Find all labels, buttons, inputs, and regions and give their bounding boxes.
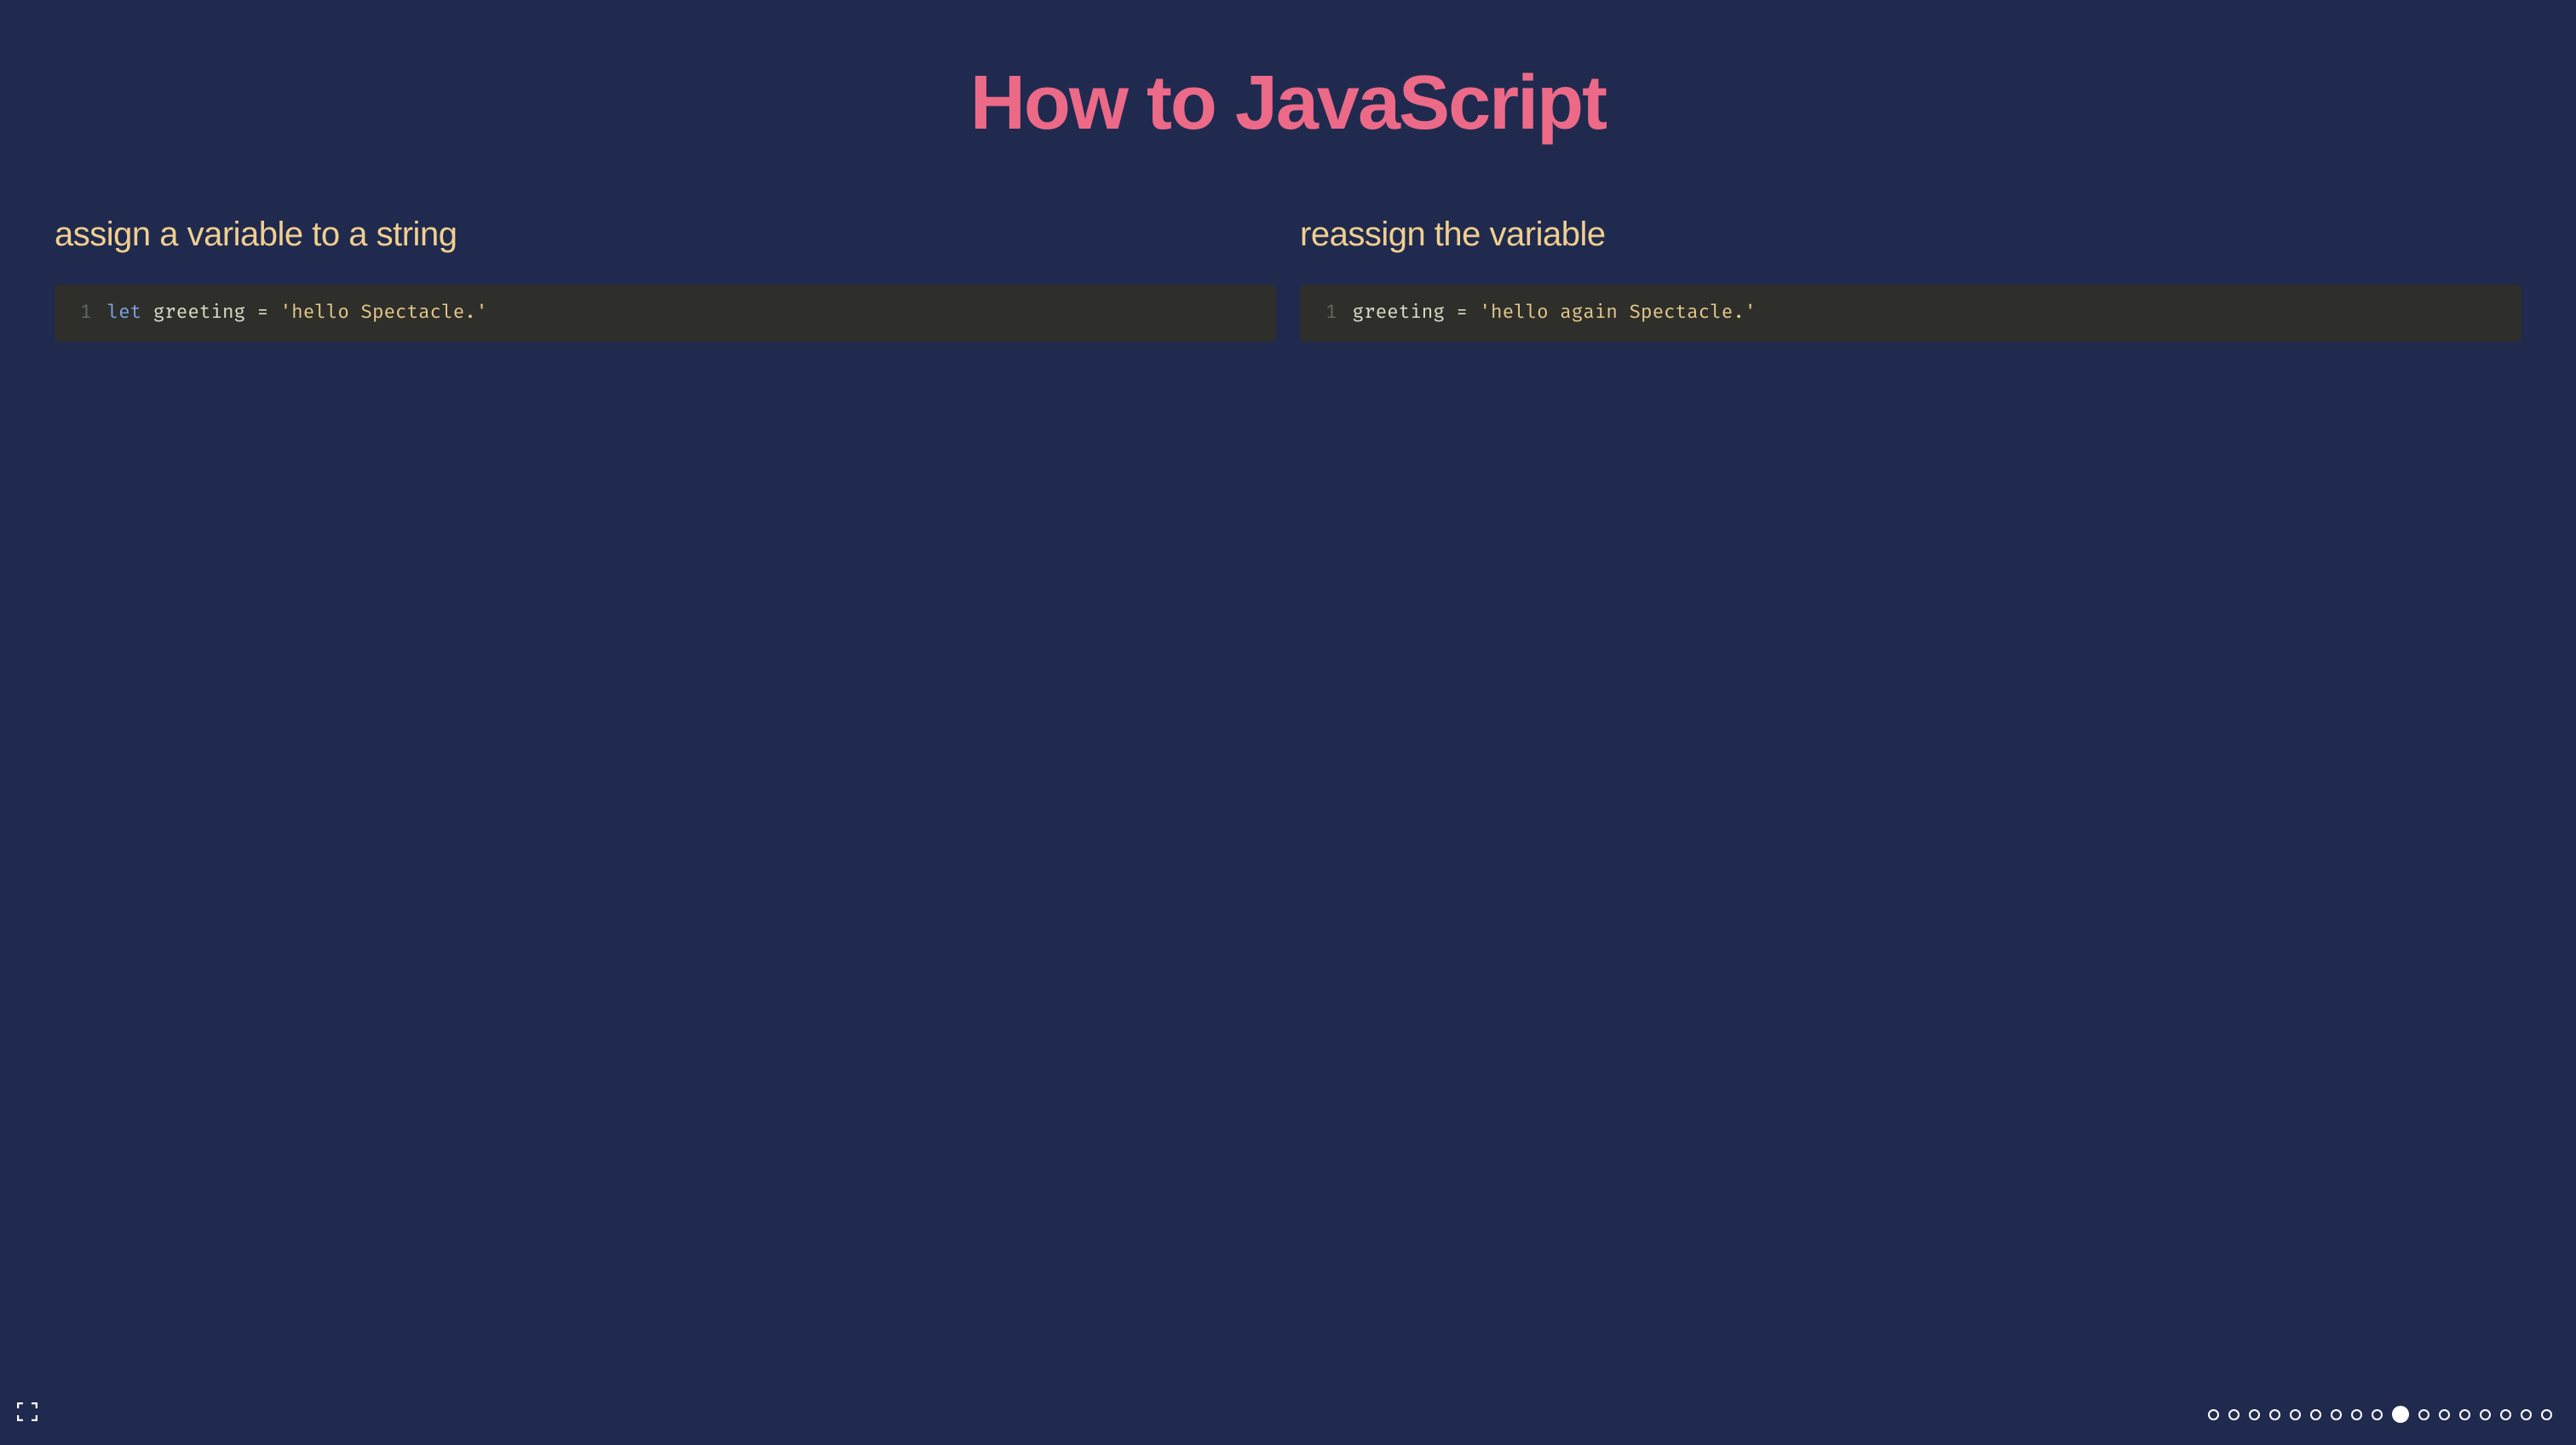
pager-dot[interactable] (2249, 1409, 2260, 1420)
subheading-left: assign a variable to a string (55, 216, 1276, 254)
code-identifier: greeting (1353, 301, 1457, 324)
pager-dot[interactable] (2228, 1409, 2240, 1420)
code-block-left: 1 let greeting = 'hello Spectacle.' (55, 285, 1276, 342)
pager-dot[interactable] (2290, 1409, 2301, 1420)
code-block-right: 1 greeting = 'hello again Spectacle.' (1300, 285, 2521, 342)
subheading-right: reassign the variable (1300, 216, 2521, 254)
slide: How to JavaScript assign a variable to a… (0, 0, 2576, 1445)
pager-dot[interactable] (2331, 1409, 2342, 1420)
pager-dot[interactable] (2418, 1409, 2429, 1420)
pager-dot[interactable] (2541, 1409, 2552, 1420)
code-string: 'hello again Spectacle.' (1468, 301, 1756, 324)
slide-pager (2208, 1406, 2552, 1423)
column-left: assign a variable to a string 1 let greet… (55, 216, 1276, 342)
columns: assign a variable to a string 1 let greet… (34, 216, 2542, 342)
slide-title: How to JavaScript (34, 60, 2542, 147)
code-keyword: let (107, 301, 142, 324)
code-operator: = (257, 301, 269, 324)
pager-dot[interactable] (2439, 1409, 2450, 1420)
pager-dot[interactable] (2459, 1409, 2470, 1420)
column-right: reassign the variable 1 greeting = 'hello… (1300, 216, 2521, 342)
pager-dot[interactable] (2269, 1409, 2280, 1420)
pager-dot[interactable] (2310, 1409, 2321, 1420)
line-number: 1 (1325, 301, 1337, 324)
code-operator: = (1456, 301, 1468, 324)
line-number: 1 (80, 301, 92, 324)
pager-dot[interactable] (2351, 1409, 2362, 1420)
code-string: 'hello Spectacle.' (268, 301, 487, 324)
fullscreen-icon (17, 1402, 37, 1421)
fullscreen-button[interactable] (17, 1402, 37, 1421)
pager-dot[interactable] (2372, 1409, 2383, 1420)
pager-dot[interactable] (2208, 1409, 2219, 1420)
pager-dot[interactable] (2500, 1409, 2511, 1420)
code-identifier: greeting (141, 301, 256, 324)
pager-dot[interactable] (2392, 1406, 2409, 1423)
pager-dot[interactable] (2521, 1409, 2532, 1420)
pager-dot[interactable] (2480, 1409, 2491, 1420)
